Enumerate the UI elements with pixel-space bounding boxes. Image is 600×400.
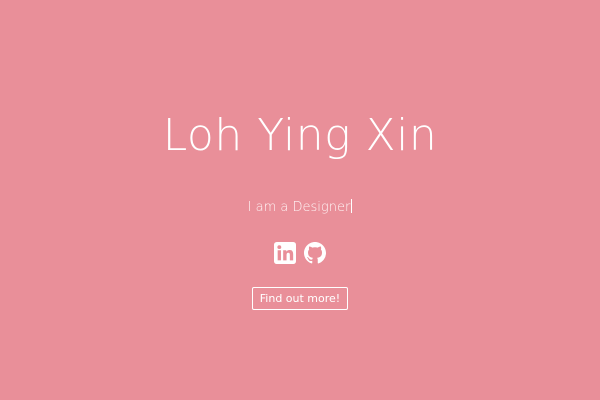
linkedin-icon [274, 242, 296, 265]
hero-name: Loh Ying Xin [162, 110, 438, 161]
github-icon [304, 242, 326, 264]
find-out-more-button[interactable]: Find out more! [251, 287, 349, 311]
linkedin-link[interactable] [273, 241, 297, 265]
social-links [273, 241, 327, 265]
github-link[interactable] [303, 241, 327, 265]
tagline-text: I am a Designer [247, 200, 351, 216]
hero-section: Loh Ying Xin I am a Designer Find out mo… [0, 0, 600, 400]
hero-tagline: I am a Designer [248, 199, 353, 217]
typing-cursor [351, 199, 353, 214]
